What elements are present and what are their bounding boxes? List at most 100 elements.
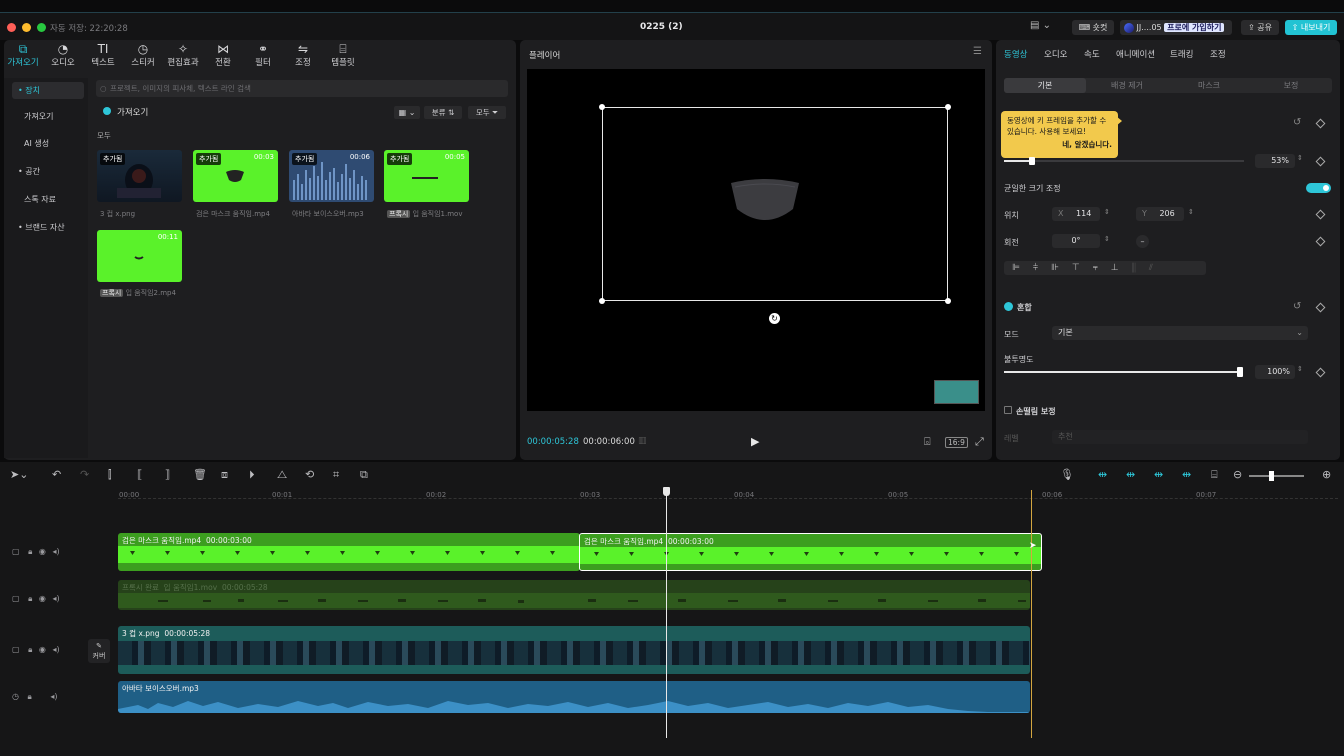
tab-adjust[interactable]: 조정 (1210, 48, 1226, 60)
media-item[interactable]: 추가됨 (97, 150, 182, 202)
sidebar-item-stock[interactable]: 스톡 자료 (12, 191, 84, 208)
cover-button[interactable]: ✎ 커버 (88, 639, 110, 663)
video-clip[interactable]: 프록시 완료 입 움직임1.mov 00:00:05:28 (118, 580, 1030, 610)
playhead[interactable] (666, 490, 667, 738)
tab-effects[interactable]: ✧ 편집효과 (164, 42, 202, 68)
media-item[interactable]: 추가됨 00:06 (289, 150, 374, 202)
checkbox-icon[interactable]: ▢ (12, 645, 20, 654)
lock-icon[interactable]: 🔒︎ (28, 594, 32, 603)
sort-button[interactable]: 분류 ⇅ (424, 106, 462, 119)
tooltip-confirm-button[interactable]: 네, 알겠습니다. (1007, 139, 1112, 150)
checkbox-icon[interactable]: ▢ (12, 547, 20, 556)
split-right-icon[interactable]: ⟧ (165, 468, 170, 481)
resize-handle[interactable] (599, 104, 605, 110)
aspect-ratio-button[interactable]: 16:9 (945, 437, 968, 448)
sidebar-item-brand-assets[interactable]: • 브랜드 자산 (12, 219, 84, 236)
media-item[interactable]: 추가됨 00:05 (384, 150, 469, 202)
rotation-stepper-icon[interactable]: ⇕ (1104, 235, 1110, 243)
align-bottom-icon[interactable]: ⊥ (1111, 263, 1132, 273)
opacity-slider-thumb[interactable] (1237, 367, 1243, 377)
sidebar-item-import[interactable]: 가져오기 (12, 108, 84, 125)
subtab-bg-remove[interactable]: 배경 제거 (1086, 78, 1168, 93)
link-icon[interactable]: ⇹ (1154, 468, 1163, 481)
mode-select[interactable]: 기본 ⌄ (1052, 326, 1308, 340)
timeline-bars-icon[interactable]: ▥ (638, 436, 647, 446)
tab-adjust[interactable]: ⇋ 조정 (284, 42, 322, 68)
video-canvas[interactable]: ↻ (527, 69, 985, 411)
tab-tracking[interactable]: 트래킹 (1170, 48, 1193, 60)
subtab-mask[interactable]: 마스크 (1168, 78, 1250, 93)
delete-icon[interactable]: 🗑 (193, 468, 207, 481)
sidebar-item-space[interactable]: • 공간 (12, 163, 84, 180)
layout-icon[interactable]: ▤ ⌄ (1030, 20, 1051, 31)
speaker-icon[interactable]: ◂) (50, 692, 57, 701)
align-left-icon[interactable]: ⊫ (1012, 263, 1033, 273)
subtab-correction[interactable]: 보정 (1250, 78, 1332, 93)
tab-filter[interactable]: ⚭ 필터 (244, 42, 282, 68)
opacity-stepper-icon[interactable]: ⇕ (1297, 365, 1303, 373)
resize-handle[interactable] (945, 104, 951, 110)
zoom-slider-thumb[interactable] (1269, 471, 1274, 481)
media-search-input[interactable]: ○ 프로젝트, 이미지의 피사체, 텍스트 라인 검색 (96, 80, 508, 97)
video-clip-selected[interactable]: 검은 마스크 움직임.mp4 00:00:03:00 (579, 533, 1042, 571)
tab-transition[interactable]: ⋈ 전환 (204, 42, 242, 68)
align-top-icon[interactable]: ⊤ (1072, 263, 1093, 273)
playhead-handle[interactable] (663, 487, 670, 496)
undo-icon[interactable]: ↶ (52, 468, 61, 481)
tab-import[interactable]: ⧉ 가져오기 (4, 42, 42, 68)
image-clip[interactable]: 3 컵 x.png 00:00:05:28 (118, 626, 1030, 674)
share-button[interactable]: ⇪ 공유 (1241, 20, 1279, 35)
distribute-h-icon[interactable]: ⫼ (1132, 263, 1149, 273)
lock-icon[interactable]: 🔒︎ (28, 692, 32, 701)
rotate-icon[interactable]: ⟲ (305, 468, 314, 481)
reset-icon[interactable]: ↺ (1293, 117, 1301, 128)
media-item[interactable]: 00:11 (97, 230, 182, 282)
tab-audio[interactable]: 오디오 (1044, 48, 1067, 60)
speaker-icon[interactable]: ◂) (52, 547, 59, 556)
position-y-input[interactable]: Y 206 (1136, 207, 1184, 221)
scale-stepper-icon[interactable]: ⇕ (1297, 154, 1303, 162)
crop-icon[interactable]: ⌗ (333, 468, 339, 482)
speaker-icon[interactable]: ◂) (52, 645, 59, 654)
microphone-icon[interactable]: 🎙 (1060, 468, 1074, 481)
caption-icon[interactable]: ⌸ (1211, 468, 1218, 482)
level-select[interactable]: 추천 (1052, 430, 1308, 444)
mirror-icon[interactable]: ⧍ (277, 468, 287, 482)
import-button[interactable]: 가져오기 (103, 106, 148, 118)
rotate-handle-icon[interactable]: ↻ (769, 313, 780, 324)
link-main-icon[interactable]: ⇹ (1098, 468, 1107, 481)
tab-text[interactable]: TI 텍스트 (84, 42, 122, 68)
speaker-icon[interactable]: ◂) (52, 594, 59, 603)
filter-all-button[interactable]: 모두 ⏷ (468, 106, 506, 119)
zoom-out-icon[interactable]: ⊖ (1233, 468, 1242, 481)
position-x-input[interactable]: X 114 (1052, 207, 1100, 221)
tab-audio[interactable]: ◔ 오디오 (44, 42, 82, 68)
scale-input[interactable]: 53% (1255, 154, 1295, 168)
rotation-dial[interactable]: – (1136, 235, 1149, 248)
lock-icon[interactable]: 🔒︎ (28, 645, 32, 654)
resize-handle[interactable] (945, 298, 951, 304)
view-toggle-button[interactable]: ▦ ⌄ (394, 106, 420, 119)
zoom-in-icon[interactable]: ⊕ (1322, 468, 1331, 481)
eye-icon[interactable]: ◉ (39, 645, 46, 654)
tab-video[interactable]: 동영상 (1004, 48, 1027, 60)
screenshot-icon[interactable]: ⌻ (924, 435, 931, 449)
split-icon[interactable]: ⫿ (108, 468, 112, 482)
tab-speed[interactable]: 속도 (1084, 48, 1100, 60)
fullscreen-icon[interactable]: ⤢ (975, 435, 984, 449)
uniform-scale-toggle[interactable] (1306, 183, 1331, 193)
align-center-icon[interactable]: ⫩ (1033, 263, 1051, 273)
eye-icon[interactable]: ◉ (39, 594, 46, 603)
y-stepper-icon[interactable]: ⇕ (1188, 208, 1194, 216)
checkbox-icon[interactable]: ▢ (12, 594, 20, 603)
rotation-input[interactable]: 0° (1052, 234, 1100, 248)
eye-icon[interactable]: ◉ (39, 547, 46, 556)
scale-slider[interactable] (1004, 157, 1244, 165)
blend-checkbox[interactable] (1004, 302, 1013, 311)
tab-template[interactable]: ⌸ 템플릿 (324, 42, 362, 68)
maximize-window-button[interactable] (37, 23, 46, 32)
opacity-input[interactable]: 100% (1255, 365, 1295, 379)
stabilize-checkbox[interactable] (1004, 406, 1012, 414)
select-tool-icon[interactable]: ➤⌄ (10, 468, 28, 481)
scale-slider-thumb[interactable] (1029, 157, 1035, 165)
